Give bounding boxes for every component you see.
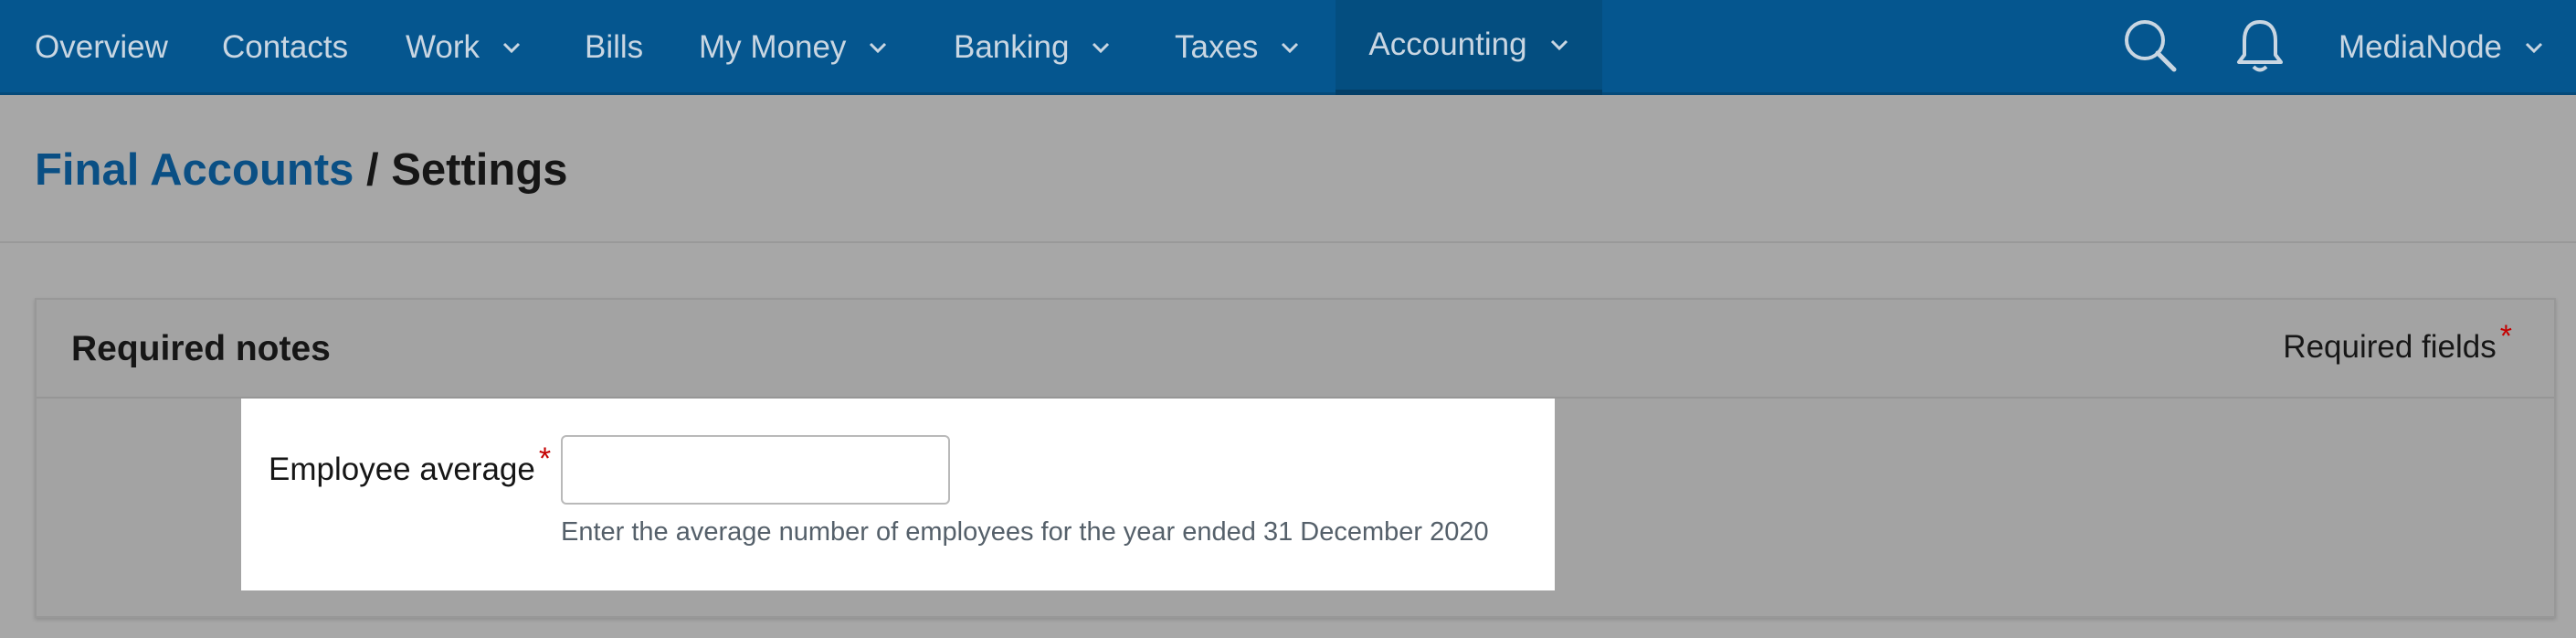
account-name: MediaNode (2338, 29, 2502, 65)
page-title: Settings (391, 145, 568, 195)
breadcrumb-separator: / (354, 145, 392, 195)
nav-item-banking[interactable]: Banking (954, 0, 1111, 95)
nav-item-work[interactable]: Work (406, 0, 522, 95)
nav-item-label: My Money (699, 29, 847, 65)
nav-item-label: Taxes (1175, 29, 1259, 65)
chevron-down-icon (2525, 42, 2543, 54)
nav-item-label: Accounting (1368, 27, 1527, 62)
nav-item-label: Banking (954, 29, 1070, 65)
page-title-bar: Final Accounts / Settings (0, 95, 2576, 243)
chevron-down-icon (1282, 42, 1299, 54)
nav-item-my-money[interactable]: My Money (699, 0, 888, 95)
nav-item-label: Contacts (222, 29, 349, 65)
field-label-text: Employee average (269, 452, 535, 487)
nav-item-contacts[interactable]: Contacts (222, 0, 348, 95)
employee-average-input[interactable] (561, 435, 950, 505)
employee-average-form: Employee average * Enter the average numb… (241, 399, 1555, 590)
breadcrumb: Final Accounts / Settings (35, 144, 568, 196)
chevron-down-icon (1093, 42, 1110, 54)
chevron-down-icon (1550, 39, 1568, 51)
search-icon[interactable] (2119, 15, 2181, 77)
nav-item-overview[interactable]: Overview (35, 0, 168, 95)
required-star: * (538, 441, 552, 476)
required-fields-label: Required fields (2283, 329, 2497, 365)
top-navigation-bar: Overview Contacts Work Bills My Money Ba… (0, 0, 2576, 95)
employee-average-field-label: Employee average * (269, 441, 551, 488)
nav-item-label: Overview (35, 29, 168, 65)
required-fields-note: Required fields * (2283, 319, 2512, 366)
nav-item-label: Bills (585, 29, 644, 65)
panel-header: Required notes Required fields * (37, 300, 2554, 399)
employee-average-help-text: Enter the average number of employees fo… (561, 517, 1489, 547)
nav-item-accounting[interactable]: Accounting (1336, 0, 1602, 95)
bell-icon[interactable] (2229, 15, 2291, 77)
nav-item-bills[interactable]: Bills (585, 0, 643, 95)
nav-item-label: Work (406, 29, 480, 65)
required-star: * (2499, 319, 2512, 354)
chevron-down-icon (870, 42, 887, 54)
panel-title: Required notes (71, 329, 331, 368)
breadcrumb-link-final-accounts[interactable]: Final Accounts (35, 145, 354, 195)
account-menu[interactable]: MediaNode (2338, 0, 2544, 95)
chevron-down-icon (502, 42, 521, 54)
nav-item-taxes[interactable]: Taxes (1175, 0, 1300, 95)
